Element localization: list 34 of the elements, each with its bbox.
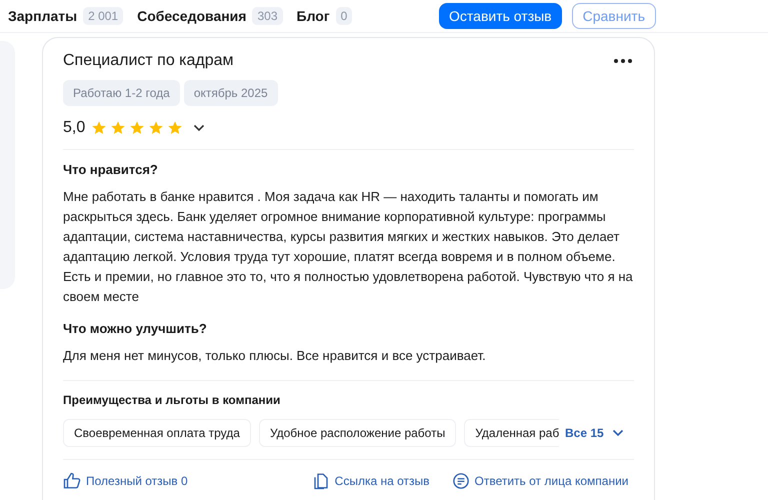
- star-icon: [91, 120, 108, 136]
- tag: октябрь 2025: [184, 80, 278, 106]
- review-text: Для меня нет минусов, только плюсы. Все нравится и все устраивает.: [63, 347, 487, 365]
- star-icon: [110, 120, 126, 136]
- chevron-down-icon[interactable]: [193, 124, 206, 132]
- count-badge: 0: [336, 7, 352, 25]
- thumbs-up-icon[interactable]: [63, 472, 81, 490]
- nav-link[interactable]: Собеседования: [137, 8, 246, 24]
- chat-icon[interactable]: [452, 472, 470, 490]
- rating-value: 5,0: [63, 119, 86, 137]
- copy-icon[interactable]: [312, 472, 330, 490]
- more-icon[interactable]: [614, 59, 632, 63]
- benefit-chip: Удобное расположение работы: [258, 419, 456, 447]
- show-all-link[interactable]: Все 15: [565, 426, 604, 440]
- action-link[interactable]: Ответить от лица компании: [474, 474, 628, 488]
- star-icon: [129, 120, 146, 136]
- benefit-chip: Своевременная оплата труда: [63, 419, 251, 447]
- tag: Работаю 1-2 года: [63, 80, 180, 106]
- section-heading: Что можно улучшить?: [63, 321, 208, 336]
- nav-link[interactable]: Зарплаты: [8, 8, 78, 24]
- count-badge: 303: [252, 7, 282, 25]
- review-button[interactable]: Оставить отзыв: [439, 3, 562, 29]
- action-link[interactable]: Ссылка на отзыв: [334, 474, 430, 488]
- star-icon: [148, 120, 164, 136]
- action-link[interactable]: Полезный отзыв 0: [86, 474, 188, 488]
- benefit-chip: Удаленная раб: [464, 419, 560, 447]
- nav-link[interactable]: Блог: [296, 8, 330, 24]
- review-title: Специалист по кадрам: [63, 52, 234, 70]
- star-icon: [167, 120, 184, 136]
- count-badge: 2 001: [83, 7, 124, 25]
- chevron-down-icon[interactable]: [612, 429, 624, 437]
- benefits-heading: Преимущества и льготы в компании: [63, 393, 282, 407]
- section-heading: Что нравится?: [63, 162, 159, 177]
- review-text: Мне работать в банке нравится . Моя задача как HR — находить таланты и помогать им раскрыться здесь. Банк уделяет огромное внимание корпоративной культуре: программы адаптации, система наставничества, курсы развития мягких и жестких навыков. Это делает адаптацию легкой. Условия труда тут хорошие, платят всегда вовремя и в полном объеме. Есть и премии, но главное это то, что я полностью удовлетворена работой. Чувствую что я на своем месте: [63, 188, 634, 306]
